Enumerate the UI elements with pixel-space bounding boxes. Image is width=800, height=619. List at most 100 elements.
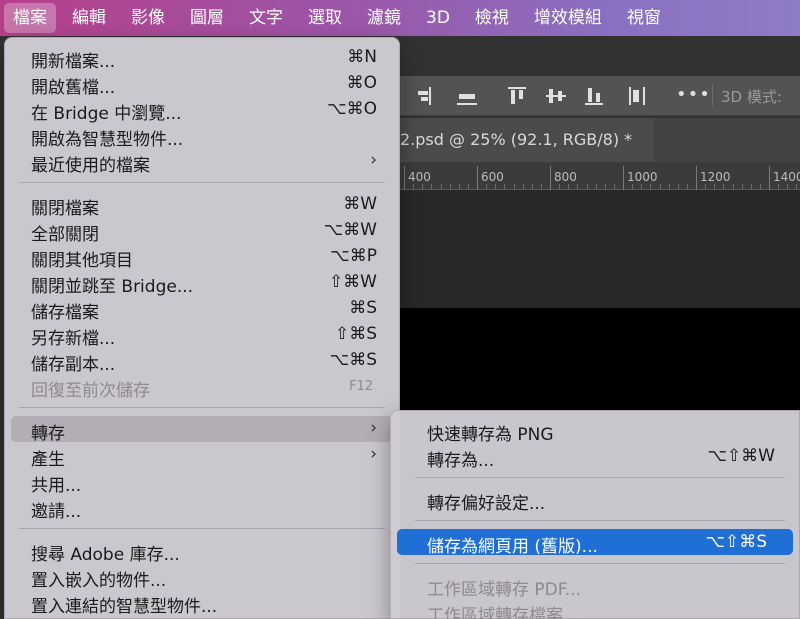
document-tab-bar: 2.psd @ 25% (92.1, RGB/8) * (400, 118, 800, 162)
submenu-item-artboards-to-pdf: 工作區域轉存 PDF... (397, 572, 793, 600)
shortcut-label: ⌥⌘O (327, 99, 377, 119)
document-tab-title: 2.psd @ 25% (92.1, RGB/8) * (400, 130, 633, 149)
menu-item-label: 儲存檔案 (31, 303, 99, 323)
menu-3d[interactable]: 3D (417, 3, 459, 33)
file-menu: 開新檔案... ⌘N 開啟舊檔... ⌘O 在 Bridge 中瀏覽... ⌥⌘O 開… (4, 37, 400, 619)
menu-separator (415, 563, 785, 564)
ruler-major-tick (769, 166, 770, 190)
menu-item-label: 關閉並跳至 Bridge... (31, 277, 194, 297)
menu-item-label: 回復至前次儲存 (31, 381, 150, 401)
menu-edit[interactable]: 編輯 (63, 3, 115, 33)
menu-layer[interactable]: 圖層 (181, 3, 233, 33)
chevron-right-icon: › (370, 444, 377, 464)
menu-item-label: 工作區域轉存 PDF... (427, 580, 582, 600)
menu-item-close[interactable]: 關閉檔案 ⌘W (11, 191, 393, 219)
menu-window[interactable]: 視窗 (618, 3, 670, 33)
menu-plugins[interactable]: 增效模組 (525, 3, 611, 33)
menu-item-label: 搜尋 Adobe 庫存... (31, 545, 180, 565)
align-right-icon[interactable] (412, 86, 432, 106)
ruler-label: 800 (554, 170, 577, 184)
pasteboard-area (400, 190, 800, 308)
menu-type[interactable]: 文字 (240, 3, 292, 33)
menu-item-open[interactable]: 開啟舊檔... ⌘O (11, 70, 393, 98)
shortcut-label: F12 (348, 379, 373, 394)
more-options-icon[interactable]: ••• (676, 84, 711, 105)
menu-separator (19, 407, 385, 408)
menu-item-close-others[interactable]: 關閉其他項目 ⌥⌘P (11, 243, 393, 271)
app-menu-bar: 檔案 編輯 影像 圖層 文字 選取 濾鏡 3D 檢視 增效模組 視窗 (0, 0, 800, 36)
menu-item-label: 儲存副本... (31, 355, 116, 375)
document-tab[interactable]: 2.psd @ 25% (92.1, RGB/8) * (400, 118, 654, 162)
menu-image[interactable]: 影像 (122, 3, 174, 33)
shortcut-label: ⌥⇧⌘W (707, 446, 775, 466)
submenu-item-quick-export-png[interactable]: 快速轉存為 PNG (397, 417, 793, 445)
distribute-bottom-icon[interactable] (584, 86, 604, 106)
menu-item-label: 在 Bridge 中瀏覽... (31, 104, 182, 124)
shortcut-label: ⌘S (349, 298, 377, 318)
submenu-item-export-as[interactable]: 轉存為... ⌥⇧⌘W (397, 443, 793, 471)
ruler-label: 400 (408, 170, 431, 184)
export-submenu: 快速轉存為 PNG 轉存為... ⌥⇧⌘W 轉存偏好設定... 儲存為網頁用 (舊… (390, 410, 800, 619)
menu-item-label: 快速轉存為 PNG (427, 425, 554, 445)
shortcut-label: ⌥⌘W (323, 220, 377, 240)
menu-select[interactable]: 選取 (299, 3, 351, 33)
submenu-item-export-preferences[interactable]: 轉存偏好設定... (397, 486, 793, 514)
ruler-label: 600 (481, 170, 504, 184)
menu-item-share[interactable]: 共用... (11, 468, 393, 496)
menu-item-label: 開啟舊檔... (31, 78, 116, 98)
chevron-right-icon: › (370, 150, 377, 170)
menu-item-save-as[interactable]: 另存新檔... ⇧⌘S (11, 321, 393, 349)
distribute-vertical-center-icon[interactable] (545, 86, 567, 106)
menu-item-label: 全部關閉 (31, 225, 99, 245)
ruler-label: 1000 (627, 170, 658, 184)
menu-filter[interactable]: 濾鏡 (358, 3, 410, 33)
menu-item-search-adobe-stock[interactable]: 搜尋 Adobe 庫存... (11, 537, 393, 565)
menu-item-save[interactable]: 儲存檔案 ⌘S (11, 295, 393, 323)
shortcut-label: ⌥⌘S (329, 350, 377, 370)
options-divider (712, 84, 713, 106)
menu-item-place-linked[interactable]: 置入連結的智慧型物件... (11, 589, 393, 617)
menu-item-label: 轉存 (31, 424, 65, 444)
menu-item-label: 開新檔案... (31, 52, 116, 72)
3d-mode-label: 3D 模式: (721, 88, 782, 106)
ruler-major-tick (477, 166, 478, 190)
shortcut-label: ⌥⌘P (330, 246, 377, 266)
ruler-label: 1200 (700, 170, 731, 184)
menu-item-label: 置入嵌入的物件... (31, 571, 167, 591)
shortcut-label: ⌘O (346, 73, 377, 93)
menu-item-close-all[interactable]: 全部關閉 ⌥⌘W (11, 217, 393, 245)
menu-item-close-and-go-to-bridge[interactable]: 關閉並跳至 Bridge... ⇧⌘W (11, 269, 393, 297)
menu-item-revert: 回復至前次儲存 F12 (11, 373, 393, 401)
menu-item-generate[interactable]: 產生 › (11, 442, 393, 470)
menu-separator (415, 520, 785, 521)
menu-item-place-embedded[interactable]: 置入嵌入的物件... (11, 563, 393, 591)
menu-item-new[interactable]: 開新檔案... ⌘N (11, 44, 393, 72)
align-bottom-edge-icon[interactable] (456, 86, 478, 106)
distribute-top-icon[interactable] (507, 86, 527, 106)
screen: 檔案 編輯 影像 圖層 文字 選取 濾鏡 3D 檢視 增效模組 視窗 ••• 3… (0, 0, 800, 619)
shortcut-label: ⌥⇧⌘S (705, 532, 767, 552)
menu-item-open-as-smart-object[interactable]: 開啟為智慧型物件... (11, 122, 393, 150)
shortcut-label: ⇧⌘S (334, 324, 377, 344)
menu-view[interactable]: 檢視 (466, 3, 518, 33)
menu-item-label: 轉存偏好設定... (427, 494, 546, 514)
menu-item-open-recent[interactable]: 最近使用的檔案 › (11, 148, 393, 176)
menu-item-label: 共用... (31, 476, 82, 496)
ruler-major-tick (550, 166, 551, 190)
menu-item-invite[interactable]: 邀請... (11, 494, 393, 522)
menu-item-label: 邀請... (31, 502, 82, 522)
menu-item-browse-in-bridge[interactable]: 在 Bridge 中瀏覽... ⌥⌘O (11, 96, 393, 124)
menu-item-label: 關閉其他項目 (31, 251, 133, 271)
ruler-major-tick (696, 166, 697, 190)
menu-item-export[interactable]: 轉存 › (11, 416, 393, 444)
distribute-left-icon[interactable] (627, 86, 647, 106)
menu-item-label: 產生 (31, 450, 65, 470)
menu-item-label: 儲存為網頁用 (舊版)... (427, 537, 598, 557)
horizontal-ruler: 400 600 800 1000 1200 1400 (400, 162, 800, 190)
menu-item-label: 關閉檔案 (31, 199, 99, 219)
menu-item-save-a-copy[interactable]: 儲存副本... ⌥⌘S (11, 347, 393, 375)
ruler-major-tick (623, 166, 624, 190)
menu-file[interactable]: 檔案 (4, 3, 56, 33)
menu-separator (19, 182, 385, 183)
submenu-item-save-for-web-legacy[interactable]: 儲存為網頁用 (舊版)... ⌥⇧⌘S (397, 529, 793, 557)
